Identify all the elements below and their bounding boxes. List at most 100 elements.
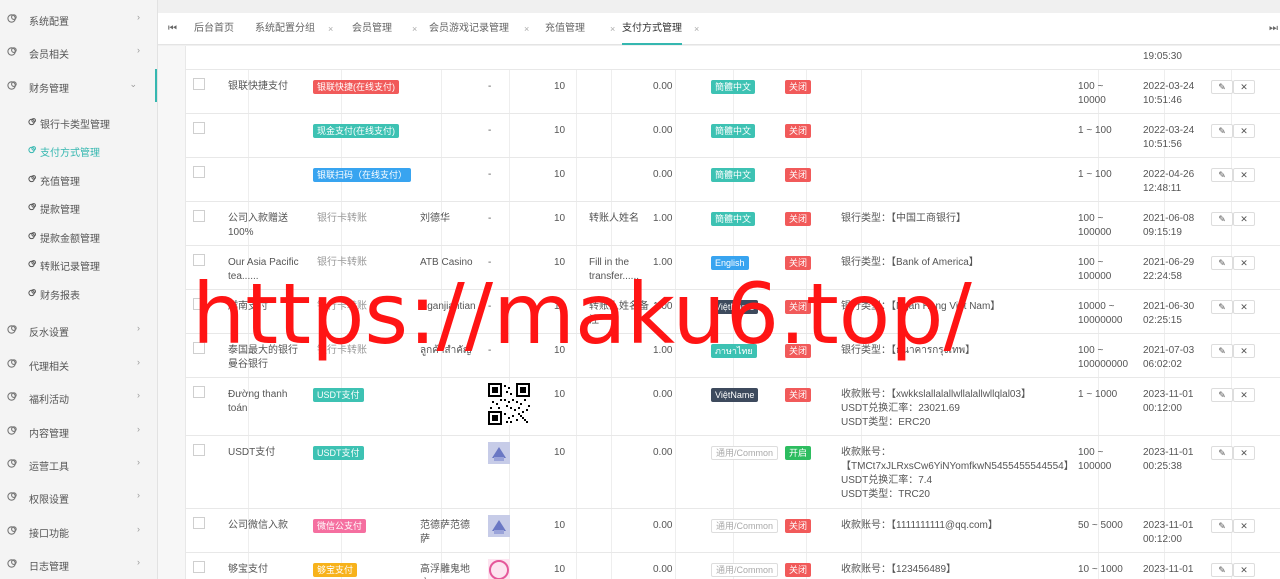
- sidebar-item-0[interactable]: 系统配置 ›: [0, 2, 157, 35]
- delete-button[interactable]: ✕: [1233, 446, 1255, 460]
- delete-button[interactable]: ✕: [1233, 212, 1255, 226]
- row-checkbox[interactable]: [193, 561, 205, 573]
- close-tab-icon[interactable]: ×: [610, 13, 615, 45]
- edit-button[interactable]: ✎: [1211, 344, 1233, 358]
- table-left-gutter: [158, 46, 186, 579]
- close-tab-icon[interactable]: ×: [328, 13, 333, 45]
- row-checkbox[interactable]: [193, 166, 205, 178]
- status-tag[interactable]: 关闭: [785, 80, 812, 94]
- row-checkbox[interactable]: [193, 210, 205, 222]
- sidebar-item-label: 福利活动: [29, 395, 69, 406]
- close-tab-icon[interactable]: ×: [694, 13, 699, 45]
- payment-logo-icon[interactable]: [488, 559, 510, 579]
- edit-button[interactable]: ✎: [1211, 212, 1233, 226]
- column-divider: [611, 70, 612, 113]
- status-tag[interactable]: 开启: [785, 446, 812, 460]
- edit-button[interactable]: ✎: [1211, 168, 1233, 182]
- tab-0[interactable]: 后台首页: [194, 13, 234, 45]
- close-icon: ✕: [1240, 170, 1248, 180]
- status-tag[interactable]: 关闭: [785, 124, 812, 138]
- payment-image-icon[interactable]: [488, 442, 510, 464]
- column-divider: [441, 70, 442, 113]
- edit-button[interactable]: ✎: [1211, 80, 1233, 94]
- edit-button[interactable]: ✎: [1211, 563, 1233, 577]
- created-date: 2023-11-01: [1143, 389, 1194, 400]
- tab-1[interactable]: 系统配置分组 ×: [255, 13, 333, 45]
- sidebar-subitem-1[interactable]: 支付方式管理: [0, 136, 157, 164]
- tab-scroll-first-icon[interactable]: ⏮: [168, 13, 177, 45]
- close-tab-icon[interactable]: ×: [412, 13, 417, 45]
- sidebar-item-7[interactable]: 运营工具 ›: [0, 447, 157, 480]
- row-checkbox[interactable]: [193, 78, 205, 90]
- status-tag[interactable]: 关闭: [785, 519, 812, 533]
- status-tag[interactable]: 关闭: [785, 212, 812, 226]
- sidebar-subitem-6[interactable]: 财务报表: [0, 279, 157, 307]
- edit-button[interactable]: ✎: [1211, 388, 1233, 402]
- column-divider: [576, 378, 577, 435]
- column-divider: [675, 202, 676, 245]
- created-date: 2021-06-29: [1143, 257, 1195, 268]
- chevron-icon: ›: [137, 424, 140, 434]
- delete-button[interactable]: ✕: [1233, 80, 1255, 94]
- fee-value: 1.00: [653, 213, 673, 224]
- column-divider: [675, 158, 676, 201]
- edit-button[interactable]: ✎: [1211, 446, 1233, 460]
- pencil-icon: ✎: [1218, 170, 1226, 180]
- language-tag: 通用/Common: [711, 446, 779, 460]
- sidebar-item-2[interactable]: 财务管理 ⌄: [0, 69, 157, 102]
- sidebar-subitem-3[interactable]: 提款管理: [0, 193, 157, 221]
- close-tab-icon[interactable]: ×: [524, 13, 529, 45]
- delete-button[interactable]: ✕: [1233, 344, 1255, 358]
- status-tag[interactable]: 关闭: [785, 168, 812, 182]
- column-divider: [248, 114, 249, 157]
- row-time: 19:05:30: [1143, 51, 1182, 62]
- sidebar-subitem-4[interactable]: 提款金额管理: [0, 222, 157, 250]
- delete-button[interactable]: ✕: [1233, 168, 1255, 182]
- amount-range-max: 100000000: [1078, 359, 1129, 370]
- status-tag[interactable]: 关闭: [785, 388, 812, 402]
- row-checkbox[interactable]: [193, 122, 205, 134]
- created-date: 2022-03-24: [1143, 81, 1195, 92]
- sidebar-item-label: 权限设置: [29, 495, 69, 506]
- tab-2[interactable]: 会员管理 ×: [352, 13, 417, 45]
- delete-button[interactable]: ✕: [1233, 300, 1255, 314]
- delete-button[interactable]: ✕: [1233, 124, 1255, 138]
- sidebar-item-1[interactable]: 会员相关 ›: [0, 35, 157, 68]
- delete-button[interactable]: ✕: [1233, 256, 1255, 270]
- edit-button[interactable]: ✎: [1211, 256, 1233, 270]
- sidebar-item-10[interactable]: 日志管理 ›: [0, 547, 157, 579]
- qr-code-icon[interactable]: [488, 383, 530, 425]
- account-name: 刘德华: [420, 213, 450, 224]
- sidebar-subitem-5[interactable]: 转账记录管理: [0, 250, 157, 278]
- close-icon: ✕: [1240, 302, 1248, 312]
- row-checkbox[interactable]: [193, 444, 205, 456]
- sidebar-subitem-0[interactable]: 银行卡类型管理: [0, 108, 157, 136]
- delete-button[interactable]: ✕: [1233, 388, 1255, 402]
- edit-button[interactable]: ✎: [1211, 124, 1233, 138]
- tab-3[interactable]: 会员游戏记录管理 ×: [429, 13, 529, 45]
- payment-image-icon[interactable]: [488, 515, 510, 537]
- tab-5[interactable]: 支付方式管理 ×: [622, 13, 699, 45]
- row-checkbox[interactable]: [193, 386, 205, 398]
- sidebar-item-4[interactable]: 代理相关 ›: [0, 347, 157, 380]
- qr-code-cell: -: [488, 125, 492, 136]
- delete-button[interactable]: ✕: [1233, 563, 1255, 577]
- amount-range-min: 1 ~ 100: [1078, 169, 1112, 180]
- status-tag[interactable]: 关闭: [785, 563, 812, 577]
- edit-button[interactable]: ✎: [1211, 300, 1233, 314]
- sidebar-item-9[interactable]: 接口功能 ›: [0, 514, 157, 547]
- delete-button[interactable]: ✕: [1233, 519, 1255, 533]
- sidebar-item-3[interactable]: 反水设置 ›: [0, 313, 157, 346]
- sidebar-subitem-2[interactable]: 充值管理: [0, 165, 157, 193]
- sidebar-item-5[interactable]: 福利活动 ›: [0, 380, 157, 413]
- submenu-icon: [28, 288, 37, 297]
- tab-4[interactable]: 充值管理 ×: [545, 13, 615, 45]
- sidebar-item-8[interactable]: 权限设置 ›: [0, 480, 157, 513]
- tab-scroll-last-icon[interactable]: ⏭: [1269, 13, 1278, 45]
- language-tag: ViệtName: [711, 388, 759, 402]
- payment-name: Đường thanh toán: [228, 389, 288, 414]
- column-divider: [861, 158, 862, 201]
- sidebar-item-6[interactable]: 内容管理 ›: [0, 414, 157, 447]
- edit-button[interactable]: ✎: [1211, 519, 1233, 533]
- row-checkbox[interactable]: [193, 517, 205, 529]
